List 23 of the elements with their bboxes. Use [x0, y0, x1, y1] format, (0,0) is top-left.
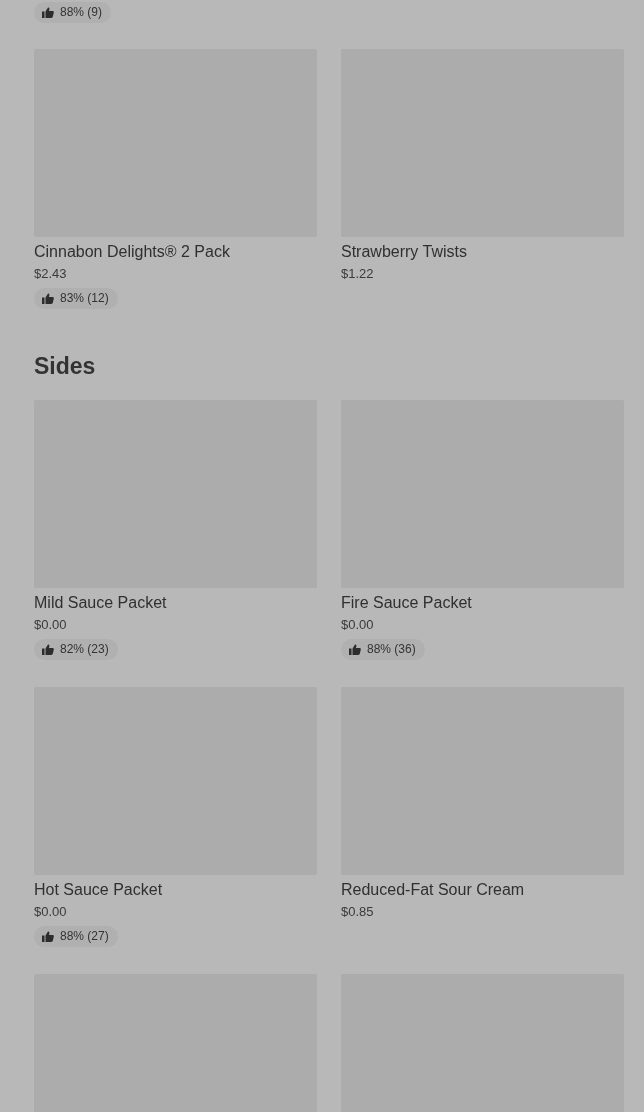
- rating-badge: 88% (9): [34, 2, 112, 23]
- item-name[interactable]: Hot Sauce Packet: [34, 879, 163, 901]
- thumbs-up-icon: [42, 931, 54, 942]
- item-name[interactable]: Cinnabon Delights® 2 Pack: [34, 241, 230, 263]
- item-name[interactable]: Strawberry Twists: [341, 241, 467, 263]
- rating-badge: 88% (27): [34, 926, 118, 947]
- item-price: $2.43: [34, 265, 67, 283]
- thumbs-up-icon: [42, 293, 54, 304]
- item-price: $0.00: [34, 903, 67, 921]
- item-price: $1.22: [341, 265, 374, 283]
- item-price: $0.00: [34, 616, 67, 634]
- section-heading: Sides: [34, 352, 97, 380]
- rating-badge: 82% (23): [34, 639, 118, 660]
- item-name[interactable]: Mild Sauce Packet: [34, 592, 167, 614]
- thumbs-up-icon: [42, 644, 54, 655]
- thumbs-up-icon: [349, 644, 361, 655]
- item-price: $0.85: [341, 903, 374, 921]
- rating-badge: 88% (36): [341, 639, 425, 660]
- item-name[interactable]: Fire Sauce Packet: [341, 592, 472, 614]
- rating-badge: 83% (12): [34, 288, 118, 309]
- item-name[interactable]: Reduced-Fat Sour Cream: [341, 879, 525, 901]
- item-price: $0.00: [341, 616, 374, 634]
- thumbs-up-icon: [42, 7, 54, 18]
